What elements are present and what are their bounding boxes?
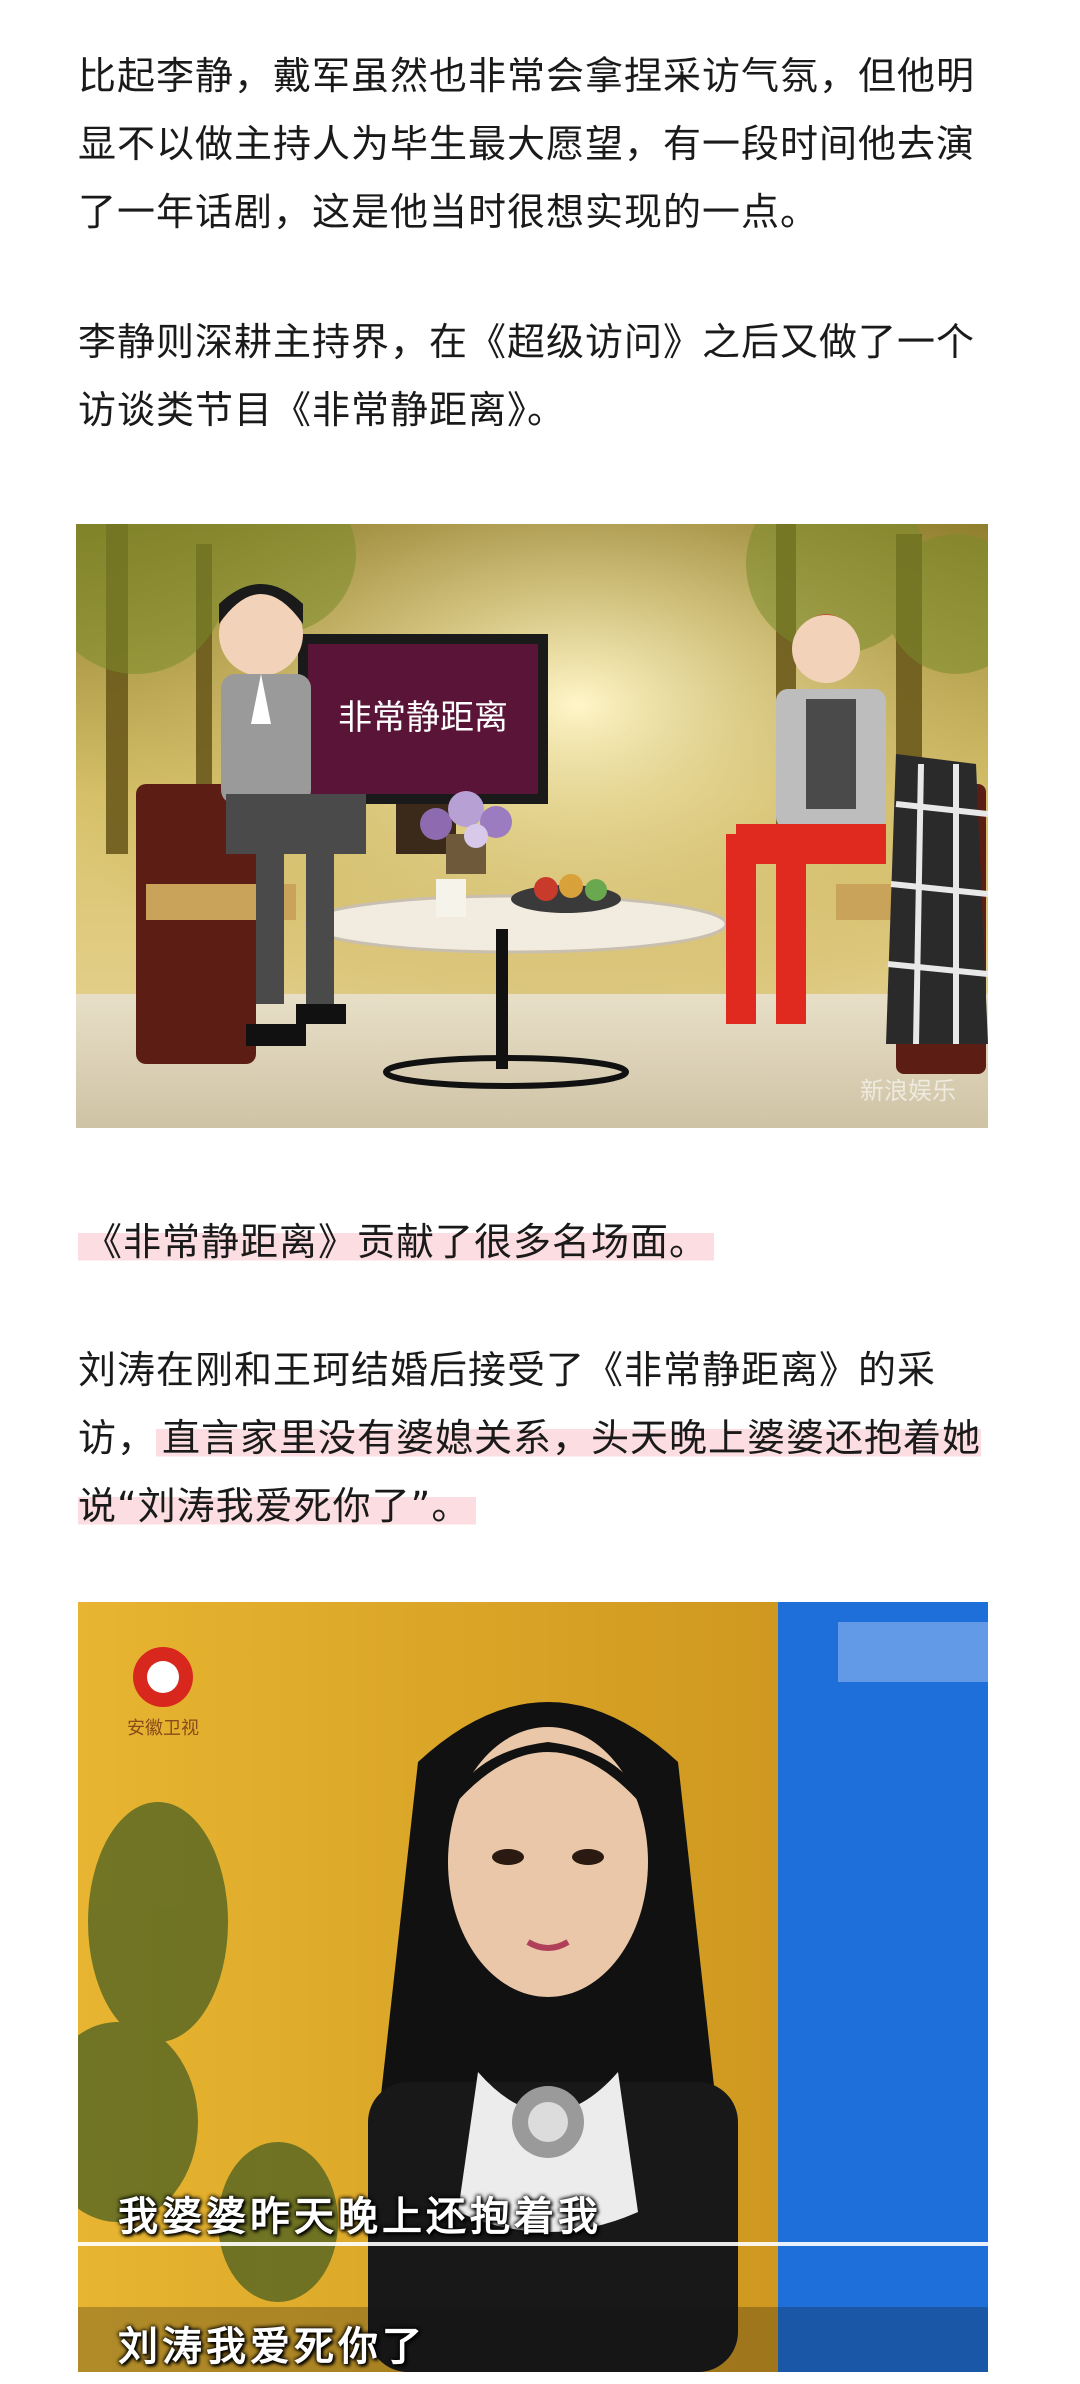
studio-interview-image[interactable]: 非常静距离 新浪娱乐 xyxy=(76,524,988,1128)
watermark: 新浪娱乐 xyxy=(860,1077,956,1105)
screen-logo: 非常静距离 xyxy=(338,698,508,738)
female-guest xyxy=(368,1702,738,2372)
paragraph-3: 《非常静距离》贡献了很多名场面。 xyxy=(78,1208,1008,1276)
paragraph-4: 刘涛在刚和王珂结婚后接受了《非常静距离》的采访， 直言家里没有婆媳关系，头天晚上婆… xyxy=(78,1336,1008,1540)
channel-logo: 安徽卫视 xyxy=(127,1647,199,1739)
svg-text:安徽卫视: 安徽卫视 xyxy=(127,1718,199,1739)
highlighted-text: 《非常静距离》贡献了很多名场面。 xyxy=(78,1220,715,1264)
subtitle-line-1: 我婆婆昨天晚上还抱着我 xyxy=(118,2194,602,2240)
paragraph-1: 比起李静，戴军虽然也非常会拿捏采访气氛，但他明显不以做主持人为毕生最大愿望，有一… xyxy=(78,54,976,234)
plaid-coat xyxy=(886,754,988,1045)
paragraph-2: 李静则深耕主持界，在《超级访问》之后又做了一个访谈类节目《非常静距离》。 xyxy=(78,320,976,432)
tv-screenshot-image[interactable]: 安徽卫视 我婆婆昨天晚上还抱着我 刘涛我爱死你了 xyxy=(78,1602,988,2372)
subtitle-line-2: 刘涛我爱死你了 xyxy=(118,2324,426,2370)
paragraph-4-highlight: 直言家里没有婆媳关系，头天晚上婆婆还抱着她说“刘涛我爱死你了”。 xyxy=(78,1416,982,1528)
